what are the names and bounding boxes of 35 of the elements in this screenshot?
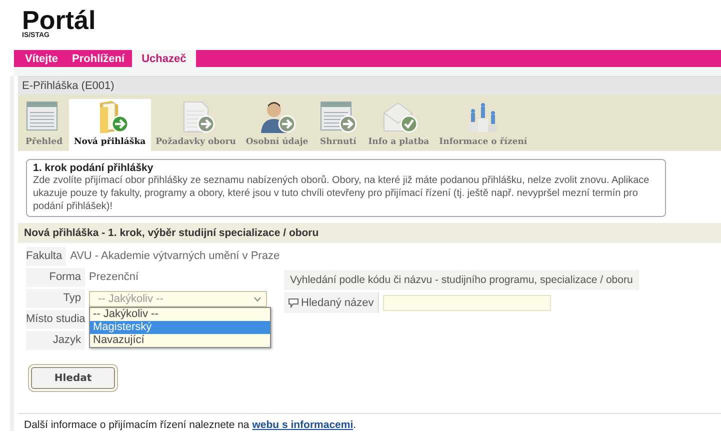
field-value: Prezenční [89,271,139,283]
menu-tab[interactable]: Uchazeč [132,50,196,67]
panel-title: E-Přihláška (E001) [18,76,721,95]
step-tab[interactable]: Osobní údaje [240,99,314,151]
type-dropdown[interactable]: -- Jakýkoliv -- [89,291,267,307]
info-link[interactable]: webu s informacemi [252,419,354,431]
menu-tab[interactable]: Vítejte [18,50,66,67]
field-label: Fakulta [26,247,66,266]
dropdown-option[interactable]: Navazující [90,334,270,347]
speech-bubble-icon [288,298,299,308]
portal-logo: Portál [22,8,96,32]
hint-text: Zde zvolíte přijímací obor přihlášky ze seznamu nabízených oborů. Obory, na které již máte podanou přihlášku, nelze zvolit znovu. Aplikace ukazuje pouze ty fakulty, programy a obory, které jsou v tuto chvíli otevřeny pro přijímací řízení (tj. ještě např. nevypršel mezní termín pro podání přihlášek)! [33,174,650,213]
step-tab[interactable]: Shrnutí [313,99,364,151]
step-tab[interactable]: Požadavky oboru [150,99,241,151]
section-header: Nová přihláška - 1. krok, výběr studijní specializace / oboru [18,223,721,243]
search-field[interactable] [382,294,551,310]
hint-title: 1. krok podání přihlášky [33,162,154,174]
step-tab[interactable]: Info a platba [363,99,434,151]
search-header: Vyhledání podle kódu či názvu - studijního programu, specializace / oboru [284,270,639,290]
caret-icon [254,296,261,302]
dropdown-option[interactable]: Magisterský [90,321,270,334]
field-label: Místo studia [26,310,85,329]
field-label: Hledaný název [301,296,374,308]
field-value: AVU - Akademie výtvarných umění v Praze [70,250,280,262]
search-button[interactable]: Hledat [31,367,115,389]
step-tab[interactable]: Přehled [19,99,69,151]
field-label: Jazyk [26,331,85,350]
step-tab[interactable]: Informace o řízení [434,99,532,151]
footer-text: Další informace o přijímacím řízení naleznete na webu s informacemi. [24,419,358,431]
menu-tab[interactable]: Prohlížení [65,50,132,67]
table-icon [318,99,358,135]
field-label: Forma [26,268,85,287]
step-tab[interactable]: Nová přihláška [69,99,151,151]
dropdown-option[interactable]: -- Jakýkoliv -- [90,308,270,321]
field-label: Typ [26,289,85,308]
